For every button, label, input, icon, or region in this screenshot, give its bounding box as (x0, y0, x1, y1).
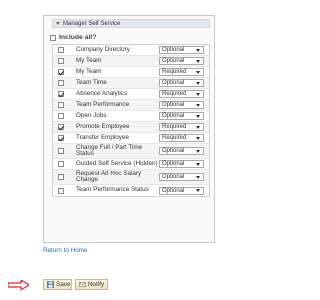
item-checkbox[interactable] (58, 91, 64, 97)
item-checkbox[interactable] (58, 58, 64, 64)
select-value: Required (162, 91, 187, 97)
item-checkbox[interactable] (58, 135, 64, 141)
list-item: Guided Self Service (Hidden) Optional (53, 159, 209, 170)
requirement-select[interactable]: Required (159, 134, 204, 142)
select-value: Optional (162, 58, 185, 64)
dropdown-arrow-icon[interactable] (196, 81, 200, 85)
collapse-triangle-icon[interactable] (56, 22, 60, 25)
item-label: Team Performance Status (76, 186, 149, 194)
item-checkbox[interactable] (58, 148, 64, 154)
manager-self-service-panel: Manager Self Service Include all? Compan… (43, 15, 215, 243)
select-value: Optional (162, 80, 185, 86)
list-item: Company Directory Optional (53, 45, 209, 56)
requirement-select[interactable]: Required (159, 90, 204, 98)
select-value: Required (162, 135, 187, 141)
select-value: Optional (162, 113, 185, 119)
floppy-disk-icon (47, 281, 54, 288)
dropdown-arrow-icon[interactable] (196, 92, 200, 96)
red-arrow-icon (8, 280, 29, 290)
dropdown-arrow-icon[interactable] (196, 125, 200, 129)
dropdown-arrow-icon[interactable] (196, 114, 200, 118)
requirement-select[interactable]: Optional (159, 186, 204, 195)
item-label: Team Time (76, 78, 107, 86)
requirement-select[interactable]: Optional (159, 46, 204, 54)
item-label: My Team (76, 56, 102, 64)
section-header[interactable]: Manager Self Service (52, 19, 210, 28)
item-label: Absence Analytics (76, 89, 128, 97)
dropdown-arrow-icon[interactable] (196, 103, 200, 107)
list-item: Team Performance Status Optional (53, 185, 209, 196)
dropdown-arrow-icon[interactable] (196, 149, 200, 153)
item-checkbox[interactable] (58, 47, 64, 53)
item-checkbox[interactable] (58, 161, 64, 167)
requirement-select[interactable]: Optional (159, 160, 204, 168)
dropdown-arrow-icon[interactable] (196, 136, 200, 140)
list-item: Open Jobs Optional (53, 111, 209, 122)
item-label: Team Performance (76, 100, 130, 108)
select-value: Required (162, 69, 187, 75)
dropdown-arrow-icon[interactable] (196, 48, 200, 52)
item-label: Promote Employee (76, 122, 130, 130)
dropdown-arrow-icon[interactable] (196, 189, 200, 192)
select-value: Optional (162, 174, 185, 180)
dropdown-arrow-icon[interactable] (196, 59, 200, 63)
section-title: Manager Self Service (63, 20, 121, 27)
select-value: Optional (162, 47, 185, 53)
item-checkbox[interactable] (58, 174, 64, 180)
list-item: My Team Required (53, 67, 209, 78)
list-item: Team Time Optional (53, 78, 209, 89)
requirement-select[interactable]: Optional (159, 112, 204, 120)
list-item: Absence Analytics Required (53, 89, 209, 100)
save-button[interactable]: Save (43, 279, 72, 290)
item-checkbox[interactable] (58, 187, 64, 194)
requirement-select[interactable]: Optional (159, 173, 204, 181)
item-label: My Team (76, 67, 102, 75)
item-label: Change Full / Part Time Status (76, 143, 143, 157)
select-value: Optional (162, 161, 185, 167)
list-item: Change Full / Part Time Status Optional (53, 144, 209, 159)
include-all-label: Include all? (59, 34, 97, 41)
include-all-row: Include all? (50, 33, 96, 42)
tile-list: Company Directory Optional My Team Optional… (52, 44, 210, 197)
dropdown-arrow-icon[interactable] (196, 162, 200, 166)
list-item: Request Ad Hoc Salary Change Optional (53, 170, 209, 185)
requirement-select[interactable]: Required (159, 123, 204, 131)
notify-button[interactable]: Notify (75, 279, 108, 290)
item-label: Company Directory (76, 45, 130, 53)
requirement-select[interactable]: Optional (159, 57, 204, 65)
list-item: Transfer Employee Required (53, 133, 209, 144)
notify-button-label: Notify (88, 281, 105, 288)
save-button-label: Save (56, 281, 71, 288)
item-label: Transfer Employee (76, 133, 129, 141)
requirement-select[interactable]: Optional (159, 147, 204, 155)
select-value: Optional (162, 148, 185, 154)
item-checkbox[interactable] (58, 102, 64, 108)
item-label: Guided Self Service (Hidden) (76, 159, 158, 167)
list-item: Promote Employee Required (53, 122, 209, 133)
list-item: Team Performance Optional (53, 100, 209, 111)
item-checkbox[interactable] (58, 80, 64, 86)
requirement-select[interactable]: Required (159, 68, 204, 76)
dropdown-arrow-icon[interactable] (196, 175, 200, 179)
dropdown-arrow-icon[interactable] (196, 70, 200, 74)
envelope-icon (79, 282, 86, 287)
select-value: Optional (162, 102, 185, 108)
include-all-checkbox[interactable] (50, 34, 56, 41)
item-checkbox[interactable] (58, 113, 64, 119)
return-to-home-link[interactable]: Return to Home (43, 247, 87, 254)
item-label: Open Jobs (76, 111, 107, 119)
requirement-select[interactable]: Optional (159, 101, 204, 109)
requirement-select[interactable]: Optional (159, 79, 204, 87)
item-checkbox[interactable] (58, 69, 64, 75)
list-item: My Team Optional (53, 56, 209, 67)
select-value: Required (162, 124, 187, 130)
select-value: Optional (162, 187, 185, 194)
item-checkbox[interactable] (58, 124, 64, 130)
item-label: Request Ad Hoc Salary Change (76, 169, 142, 183)
